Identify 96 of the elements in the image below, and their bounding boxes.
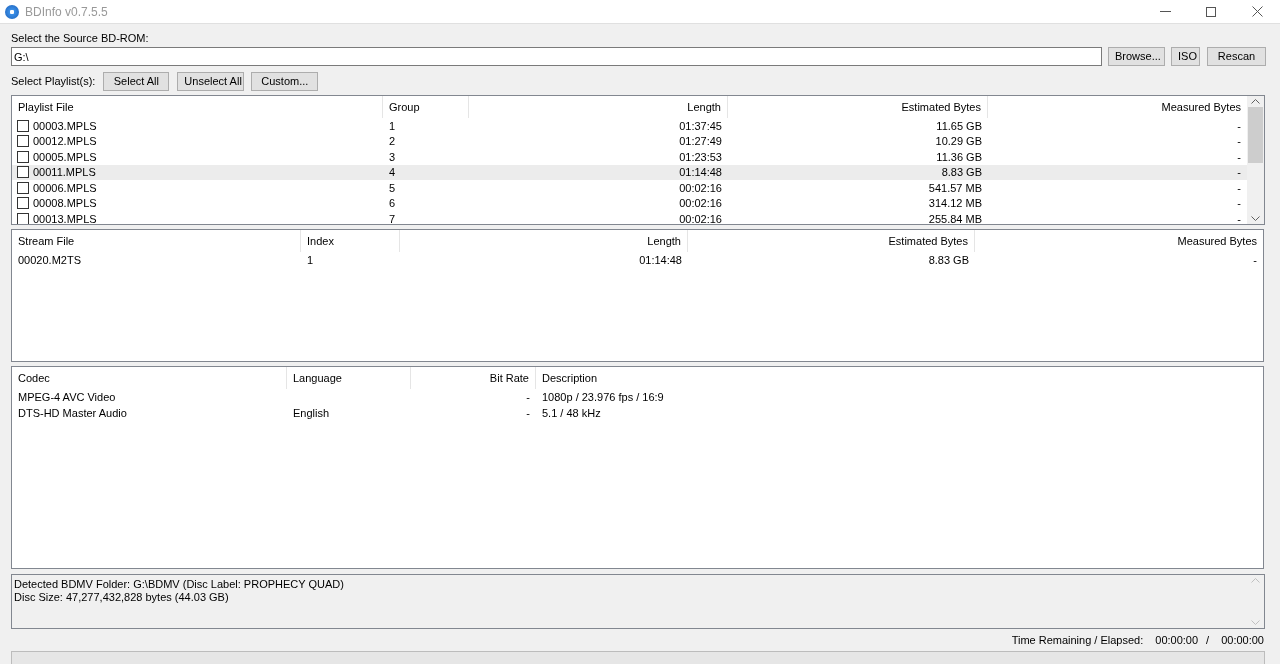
table-row[interactable]: 00003.MPLS 1 01:37:45 11.65 GB - [12,118,1247,134]
checkbox[interactable] [17,197,29,210]
column-header[interactable]: Stream File [18,232,75,250]
playlist-select-label: Select Playlist(s): [11,73,96,89]
maximize-icon[interactable] [1206,6,1216,17]
report-line: Disc Size: 47,277,432,828 bytes (44.03 GB) [14,590,229,603]
column-header[interactable]: Codec [18,369,50,387]
table-row[interactable]: 00006.MPLS 5 00:02:16 541.57 MB - [12,180,1247,196]
time-label: Time Remaining / Elapsed: [1011,632,1144,648]
button[interactable]: Select All [103,71,170,91]
table-cell-text: 00013.MPLS [33,211,97,224]
table-cell-text: 01:23:53 [679,149,722,165]
table-cell-text: - [526,405,530,421]
column-header[interactable]: Language [293,369,342,387]
report-line: Detected BDMV Folder: G:\BDMV (Disc Label: PROPHECY QUAD) [14,578,344,591]
table-cell-text: 2 [389,134,396,149]
checkbox[interactable] [17,166,29,179]
table-cell-text: 01:14:48 [679,165,722,180]
table-cell-text: - [1237,149,1241,165]
table-cell-text: 00003.MPLS [33,118,97,134]
button[interactable]: Custom... [251,71,319,91]
table-cell-text: 00020.M2TS [18,252,81,268]
table-cell-text: 5.1 / 48 kHz [542,405,601,421]
table-cell-text: - [1237,118,1241,134]
button[interactable]: Unselect All [177,71,245,91]
table-cell-text: 8.83 GB [928,252,969,268]
table-cell-text: 01:27:49 [679,134,722,149]
table-cell-text: 00011.MPLS [33,165,96,180]
table-cell-text: - [1237,165,1241,180]
button[interactable]: Rescan [1207,47,1266,66]
column-header[interactable]: Group [389,98,420,116]
table-cell-text: 00005.MPLS [33,149,97,165]
column-header[interactable]: Length [647,232,681,250]
table-cell-text: 255.84 MB [928,211,982,224]
source-path-field[interactable]: G:\ [11,47,1102,66]
table-row[interactable]: 00011.MPLS 4 01:14:48 8.83 GB - [12,164,1247,180]
checkbox[interactable] [17,150,29,163]
checkbox[interactable] [17,212,29,224]
table-cell-text: 4 [389,165,396,180]
table-cell-text: 11.65 GB [936,118,982,134]
button[interactable]: Browse... [1108,47,1165,66]
checkbox[interactable] [17,135,29,148]
table-cell-text: 00:02:16 [679,180,722,196]
column-header[interactable]: Measured Bytes [1177,232,1257,250]
column-header[interactable]: Description [542,369,598,387]
table-cell-text: 1 [307,252,314,268]
table-cell-text: 00008.MPLS [33,196,97,211]
table-cell-text: - [1237,134,1241,149]
table-cell-text: 00:02:16 [679,211,722,224]
table-row[interactable]: 00013.MPLS 7 00:02:16 255.84 MB - [12,211,1247,224]
table-cell-text: - [526,389,530,405]
table-cell-text: 7 [389,211,396,224]
minimize-icon[interactable] [1159,11,1171,12]
table-cell-text: - [1253,252,1257,268]
source-label: Select the Source BD-ROM: [11,31,149,45]
window-title: BDInfo v0.7.5.5 [25,3,108,21]
table-cell-text: English [293,405,330,421]
table-cell-text: - [1237,180,1241,196]
table-row[interactable]: 00005.MPLS 3 01:23:53 11.36 GB - [12,149,1247,165]
table-row[interactable]: 00012.MPLS 2 01:27:49 10.29 GB - [12,133,1247,149]
table-cell-text: 01:14:48 [639,252,682,268]
button[interactable]: ISO [1171,47,1200,66]
table-cell-text: 01:37:45 [679,118,722,134]
table-cell-text: 314.12 MB [928,196,982,211]
table-cell-text: 00006.MPLS [33,180,97,196]
table-cell-text: 1 [389,118,396,134]
column-header[interactable]: Index [307,232,334,250]
checkbox[interactable] [17,181,29,194]
table-cell-text: - [1237,211,1241,224]
table-cell-text: 10.29 GB [935,134,982,149]
table-cell-text: 1080p / 23.976 fps / 16:9 [542,389,664,405]
disc-logo-icon [5,4,19,19]
table-row[interactable]: 00008.MPLS 6 00:02:16 314.12 MB - [12,195,1247,211]
table-cell-text: 8.83 GB [941,165,982,180]
table-cell-text: 00012.MPLS [33,134,97,149]
scrollbar[interactable] [1247,96,1264,224]
table-cell-text: - [1237,196,1241,211]
column-header[interactable]: Estimated Bytes [901,98,981,116]
table-cell-text: 541.57 MB [928,180,982,196]
column-header[interactable]: Length [687,98,721,116]
table-cell-text: DTS-HD Master Audio [18,405,127,421]
time-separator: / [1206,632,1210,648]
table-cell-text: 3 [389,149,396,165]
column-header[interactable]: Measured Bytes [1161,98,1241,116]
table-cell-text: MPEG-4 AVC Video [18,389,116,405]
column-header[interactable]: Bit Rate [489,369,529,387]
checkbox[interactable] [17,119,29,132]
close-icon[interactable] [1251,6,1263,17]
time-remaining: 00:00:00 [1155,632,1199,648]
table-cell-text: 11.36 GB [936,149,982,165]
column-header[interactable]: Playlist File [18,98,74,116]
table-cell-text: 00:02:16 [679,196,722,211]
column-header[interactable]: Estimated Bytes [888,232,968,250]
time-elapsed: 00:00:00 [1221,632,1264,648]
table-cell-text: 6 [389,196,396,211]
table-cell-text: 5 [389,180,396,196]
